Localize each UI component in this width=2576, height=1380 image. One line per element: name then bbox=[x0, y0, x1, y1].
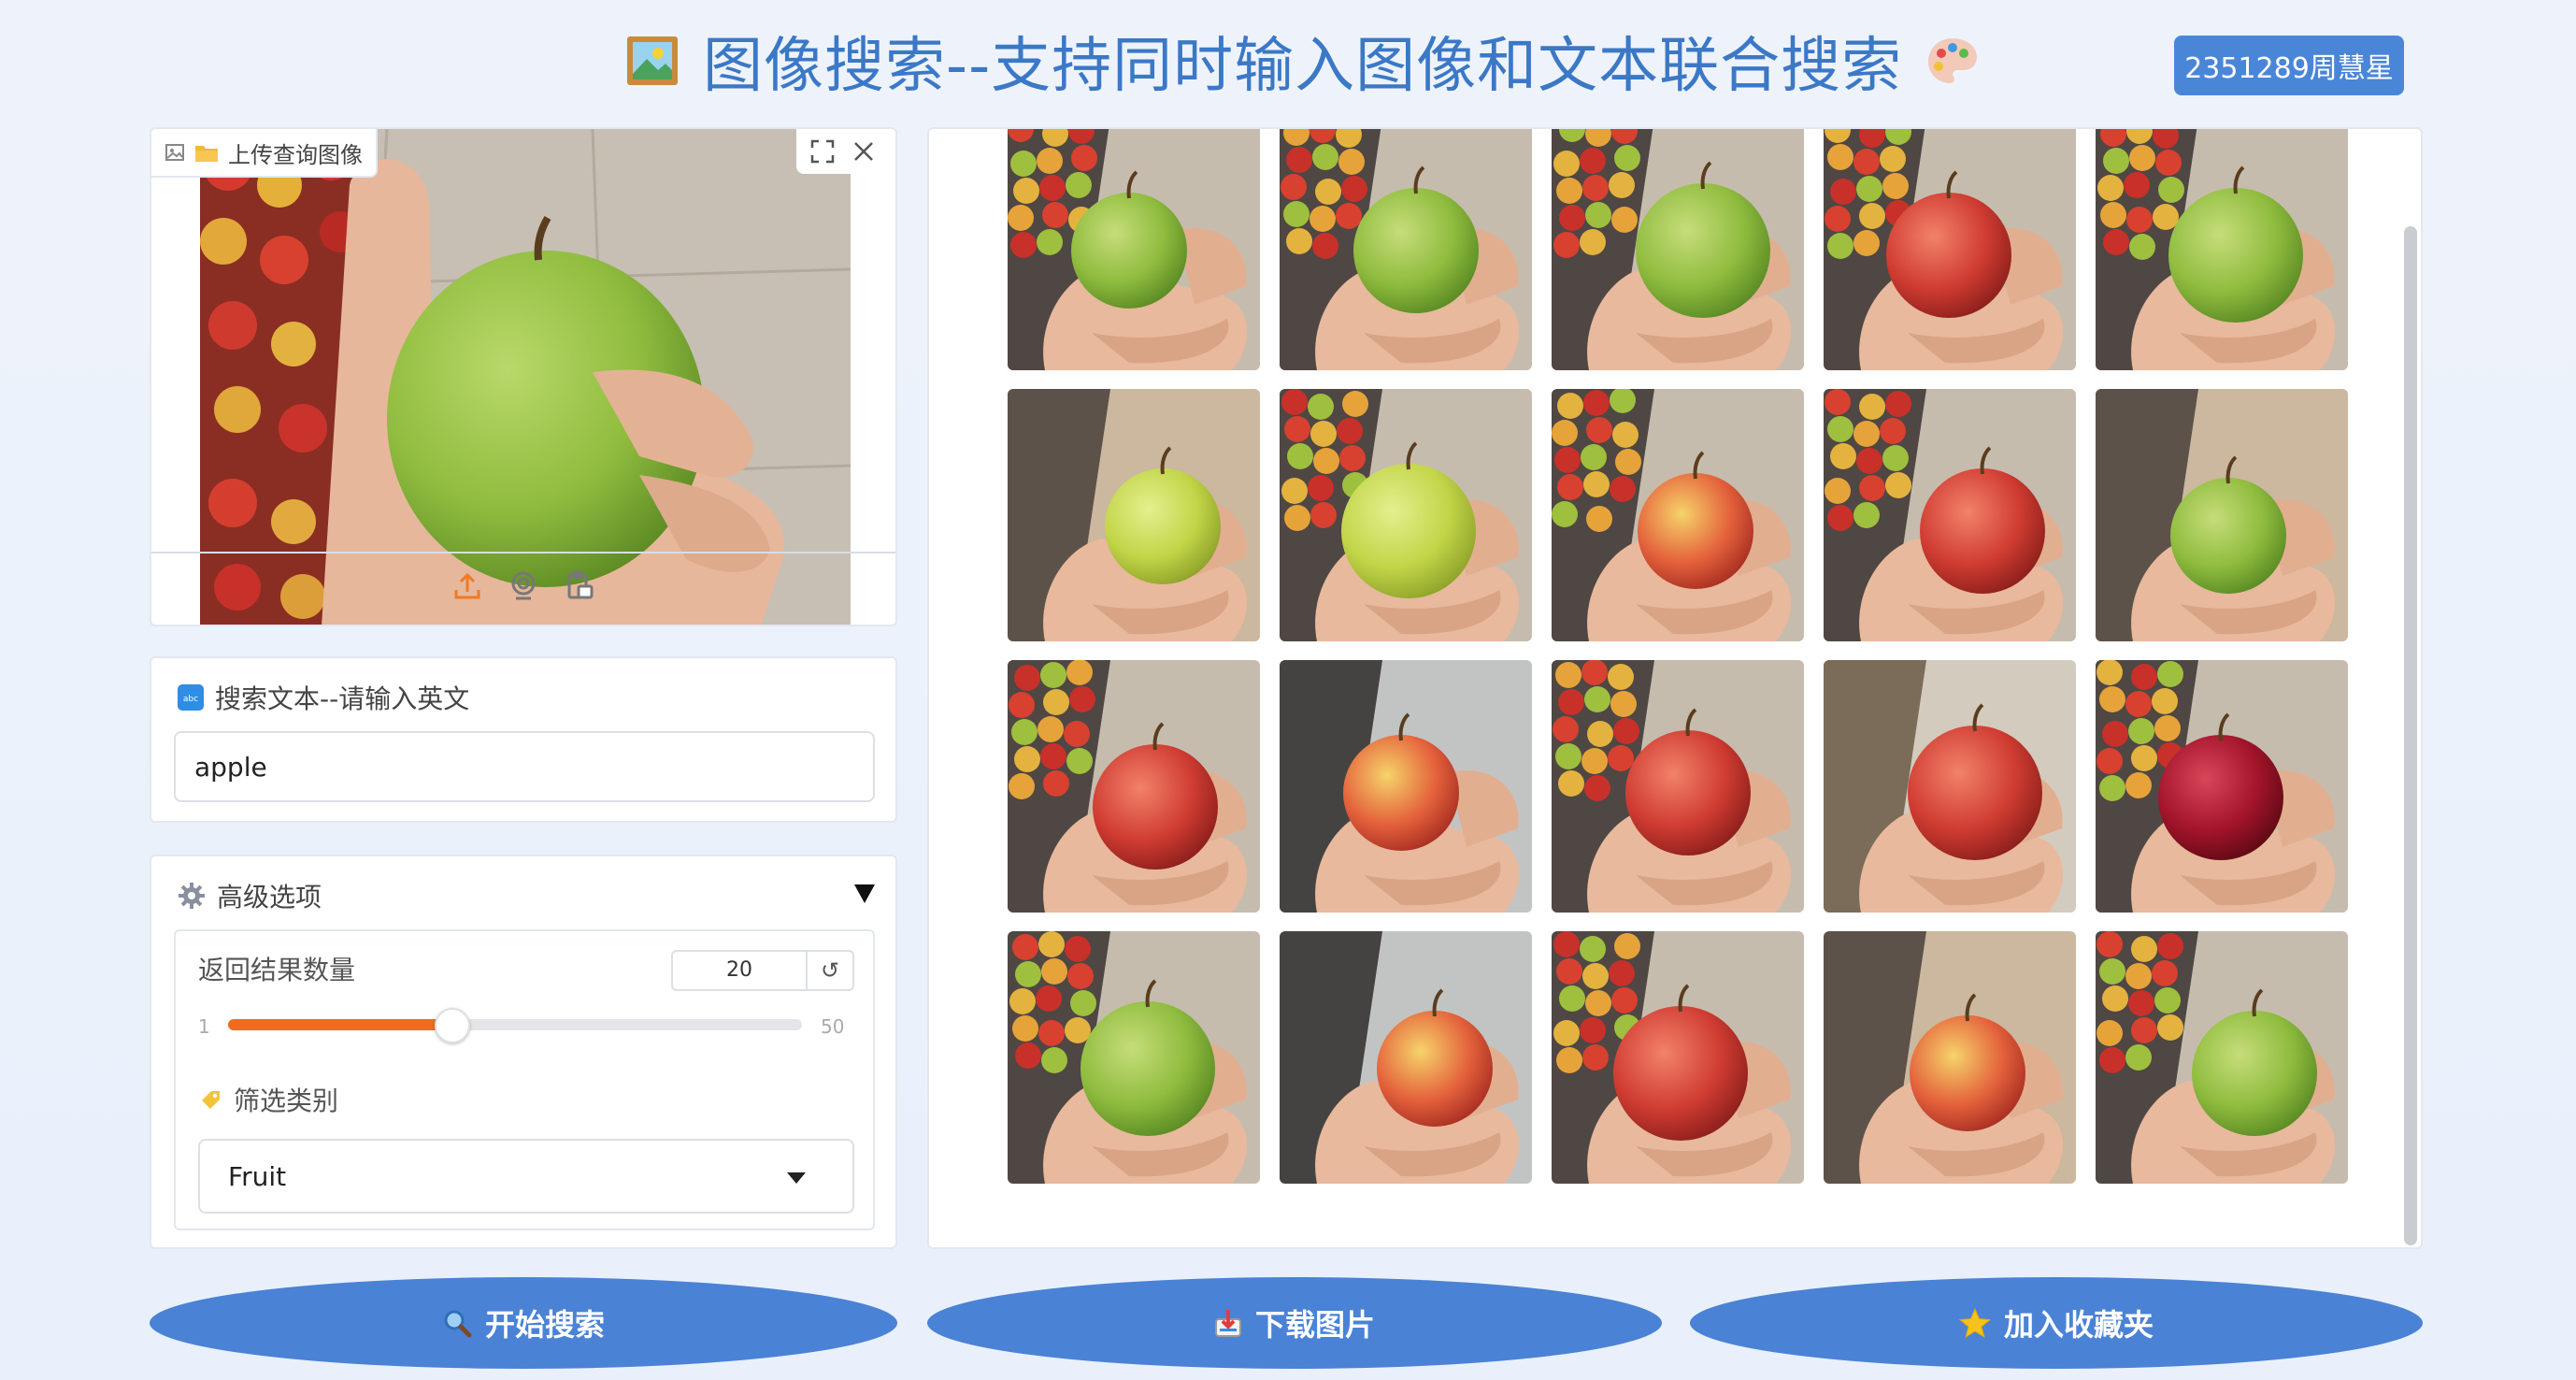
result-thumbnail[interactable] bbox=[1824, 389, 2076, 641]
upload-tab[interactable]: 上传查询图像 bbox=[151, 129, 378, 178]
chevron-down-icon bbox=[787, 1172, 806, 1184]
download-button[interactable]: 下载图片 bbox=[927, 1277, 1662, 1369]
result-thumbnail[interactable] bbox=[2096, 389, 2348, 641]
page-title-text: 图像搜索--支持同时输入图像和文本联合搜索 bbox=[703, 32, 1903, 101]
advanced-options-body: 返回结果数量 20 ↺ 1 50 筛选类别 Fruit bbox=[174, 929, 875, 1230]
result-thumbnail[interactable] bbox=[2096, 129, 2348, 370]
search-text-panel: abc 搜索文本--请输入英文 bbox=[150, 656, 897, 823]
picture-icon bbox=[627, 36, 678, 85]
upload-tab-label: 上传查询图像 bbox=[228, 141, 363, 168]
slider-min-label: 1 bbox=[198, 1015, 210, 1038]
query-image-panel[interactable]: 上传查询图像 bbox=[150, 127, 897, 626]
upload-icon[interactable] bbox=[449, 567, 486, 604]
svg-text:abc: abc bbox=[183, 695, 198, 704]
palette-icon bbox=[1928, 38, 1978, 83]
slider-max-label: 50 bbox=[821, 1015, 845, 1038]
webcam-icon[interactable] bbox=[505, 567, 542, 604]
gear-icon bbox=[179, 883, 205, 909]
advanced-options-header[interactable]: 高级选项 bbox=[178, 877, 322, 914]
search-input[interactable] bbox=[174, 731, 875, 802]
result-thumbnail[interactable] bbox=[1824, 931, 2076, 1184]
clipboard-icon[interactable] bbox=[561, 567, 598, 604]
result-count-label: 返回结果数量 bbox=[198, 955, 356, 985]
tag-icon bbox=[202, 1091, 220, 1109]
gallery-scrollbar[interactable] bbox=[2404, 226, 2417, 1245]
slider-thumb[interactable] bbox=[435, 1008, 471, 1043]
result-thumbnail[interactable] bbox=[1552, 931, 1804, 1184]
image-icon bbox=[165, 144, 184, 161]
text-abc-icon: abc bbox=[178, 684, 204, 711]
result-count-input[interactable]: 20 bbox=[671, 950, 806, 991]
upload-tools bbox=[151, 567, 895, 604]
favorite-button[interactable]: 加入收藏夹 bbox=[1690, 1277, 2423, 1369]
result-thumbnail[interactable] bbox=[1008, 129, 1260, 370]
result-thumbnail[interactable] bbox=[1280, 660, 1532, 913]
upload-actions bbox=[796, 129, 890, 174]
fullscreen-icon[interactable] bbox=[804, 133, 841, 170]
reset-button[interactable]: ↺ bbox=[806, 950, 854, 991]
result-thumbnail[interactable] bbox=[1008, 660, 1260, 913]
star-icon bbox=[1958, 1307, 1991, 1339]
search-text-label: abc 搜索文本--请输入英文 bbox=[178, 679, 469, 716]
filter-select[interactable]: Fruit bbox=[198, 1139, 854, 1214]
search-button[interactable]: 开始搜索 bbox=[150, 1277, 897, 1369]
result-thumbnail[interactable] bbox=[1008, 389, 1260, 641]
magnifier-icon bbox=[444, 1310, 472, 1338]
result-thumbnail[interactable] bbox=[1280, 931, 1532, 1184]
result-thumbnail[interactable] bbox=[1824, 129, 2076, 370]
result-thumbnail[interactable] bbox=[1824, 660, 2076, 913]
result-thumbnail[interactable] bbox=[1552, 660, 1804, 913]
collapse-triangle-icon[interactable] bbox=[854, 884, 875, 903]
advanced-options-panel: 高级选项 返回结果数量 20 ↺ 1 50 筛选类别 Fruit bbox=[150, 855, 897, 1249]
result-count-slider[interactable] bbox=[228, 1008, 802, 1043]
result-thumbnail[interactable] bbox=[1280, 389, 1532, 641]
result-thumbnail[interactable] bbox=[1552, 389, 1804, 641]
user-badge[interactable]: 2351289周慧星 bbox=[2174, 36, 2404, 95]
folder-icon bbox=[195, 146, 218, 162]
filter-select-value: Fruit bbox=[228, 1160, 287, 1192]
result-thumbnail[interactable] bbox=[2096, 931, 2348, 1184]
download-icon bbox=[1214, 1310, 1241, 1337]
results-grid bbox=[1008, 129, 2348, 1184]
close-icon[interactable] bbox=[845, 133, 882, 170]
result-thumbnail[interactable] bbox=[1008, 931, 1260, 1184]
results-gallery bbox=[927, 127, 2423, 1249]
result-thumbnail[interactable] bbox=[1280, 129, 1532, 370]
result-thumbnail[interactable] bbox=[1552, 129, 1804, 370]
result-thumbnail[interactable] bbox=[2096, 660, 2348, 913]
slider-fill bbox=[228, 1019, 451, 1030]
filter-label: 筛选类别 bbox=[198, 1081, 338, 1118]
page-title: 图像搜索--支持同时输入图像和文本联合搜索 bbox=[624, 21, 1981, 101]
